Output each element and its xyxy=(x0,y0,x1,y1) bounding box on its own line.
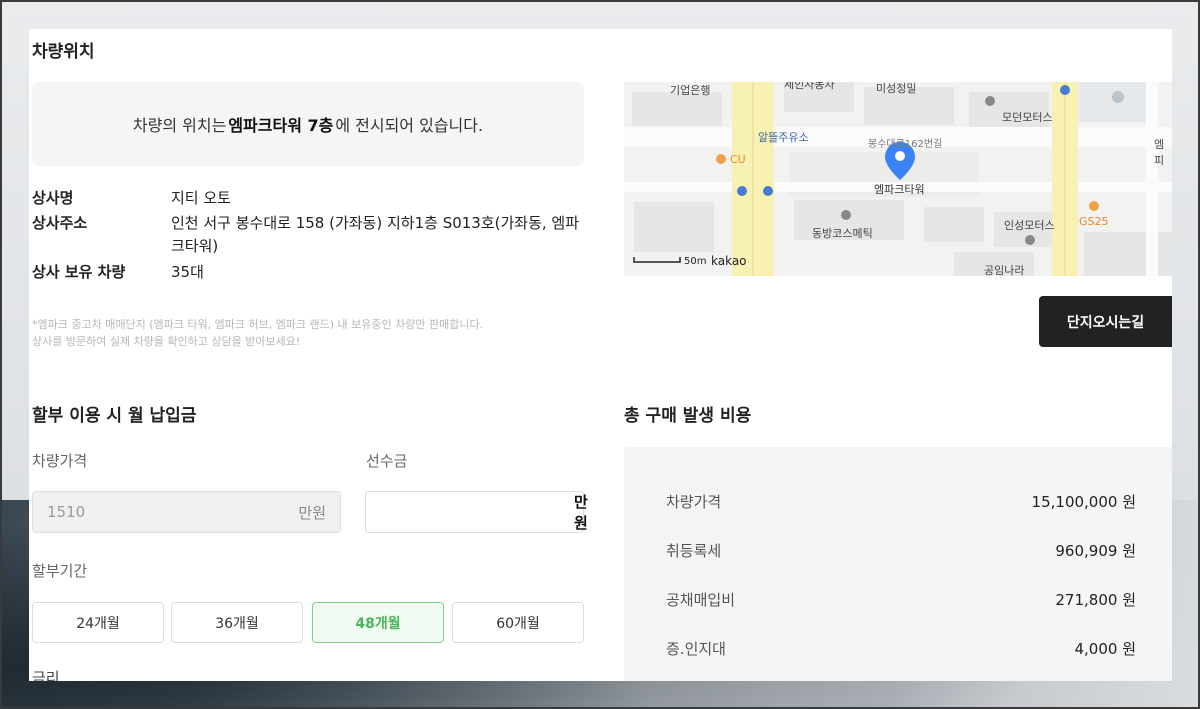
map-label-gs25: GS25 xyxy=(1079,215,1109,228)
cost-value: 960,909 원 xyxy=(1055,542,1136,560)
dealer-stock: 35대 xyxy=(171,263,204,281)
sales-note: *엠파크 중고차 매매단지 (엠파크 타워, 엠파크 허브, 엠파크 랜드) 내… xyxy=(32,316,572,350)
content-panel: 차량위치 차량의 위치는 엠파크타워 7층 에 전시되어 있습니다. 상사명 지… xyxy=(29,29,1172,681)
total-cost-title: 총 구매 발생 비용 xyxy=(624,406,752,426)
map-label-top-right: 미성정밀 xyxy=(876,82,917,95)
down-payment-field[interactable]: 만원 xyxy=(365,491,588,533)
map-label-gongin: 공임나라 xyxy=(984,264,1025,276)
map-label-road: 봉수대로162번길 xyxy=(868,139,943,150)
cost-value: 4,000 원 xyxy=(1074,640,1136,658)
cost-value: 15,100,000 원 xyxy=(1031,493,1136,511)
dealer-address-label: 상사주소 xyxy=(32,214,88,232)
cost-label: 차량가격 xyxy=(666,493,722,511)
installment-title: 할부 이용 시 월 납입금 xyxy=(32,406,197,426)
dealer-stock-label: 상사 보유 차량 xyxy=(32,263,126,281)
price-value: 1510 xyxy=(47,503,86,521)
cost-value: 271,800 원 xyxy=(1055,591,1136,609)
map-canvas xyxy=(624,82,1172,276)
map-label-tower: 엠파크타워 xyxy=(874,183,925,196)
directions-button[interactable]: 단지오시는길 xyxy=(1039,296,1172,347)
down-payment-label: 선수금 xyxy=(366,452,408,470)
map-label-modern: 모던모터스 xyxy=(1002,111,1053,124)
down-payment-input[interactable] xyxy=(380,503,574,521)
note-line-2: 상사를 방문하여 실제 차량을 확인하고 상담을 받아보세요! xyxy=(32,335,301,348)
dealer-name: 지티 오토 xyxy=(171,189,231,207)
cost-label: 공채매입비 xyxy=(666,591,736,609)
dealer-address: 인천 서구 봉수대로 158 (가좌동) 지하1층 S013호(가좌동, 엠파크… xyxy=(171,214,580,255)
dealer-name-label: 상사명 xyxy=(32,189,74,207)
map-label-dongbang: 동방코스메틱 xyxy=(812,227,873,240)
term-36-button[interactable]: 36개월 xyxy=(171,602,303,643)
location-map[interactable]: 기업은행 세인자동차 미성정밀 모던모터스 알뜰주유소 봉수대로162번길 CU… xyxy=(624,82,1172,276)
term-label: 할부기간 xyxy=(32,562,88,580)
cost-label: 증.인지대 xyxy=(666,640,726,658)
term-60-button[interactable]: 60개월 xyxy=(452,602,584,643)
map-brand-logo: kakao xyxy=(711,254,747,268)
price-unit: 만원 xyxy=(298,503,326,522)
price-label: 차량가격 xyxy=(32,452,88,470)
term-48-button[interactable]: 48개월 xyxy=(312,602,444,643)
total-cost-box: 차량가격 15,100,000 원 취등록세 960,909 원 공채매입비 2… xyxy=(624,447,1172,681)
location-title: 차량위치 xyxy=(32,42,95,62)
notice-prefix: 차량의 위치는 xyxy=(132,116,227,135)
map-label-gas: 알뜰주유소 xyxy=(758,131,809,144)
note-line-1: *엠파크 중고차 매매단지 (엠파크 타워, 엠파크 허브, 엠파크 랜드) 내… xyxy=(32,318,484,331)
price-field: 1510 만원 xyxy=(32,491,341,533)
map-label-right-edge: 엠피 xyxy=(1154,138,1165,167)
down-payment-unit: 만원 xyxy=(574,493,588,532)
map-label-cu: CU xyxy=(730,153,746,166)
map-scale-label: 50m xyxy=(684,256,707,267)
map-label-top-center: 세인자동차 xyxy=(784,82,835,91)
rate-label: 금리 xyxy=(32,669,60,681)
notice-suffix: 에 전시되어 있습니다. xyxy=(335,116,484,135)
location-notice: 차량의 위치는 엠파크타워 7층 에 전시되어 있습니다. xyxy=(32,82,584,166)
cost-label: 취등록세 xyxy=(666,542,722,560)
map-label-inseong: 인성모터스 xyxy=(1004,219,1055,232)
notice-place: 엠파크타워 7층 xyxy=(228,116,334,135)
term-24-button[interactable]: 24개월 xyxy=(32,602,164,643)
map-label-bank: 기업은행 xyxy=(670,84,711,97)
